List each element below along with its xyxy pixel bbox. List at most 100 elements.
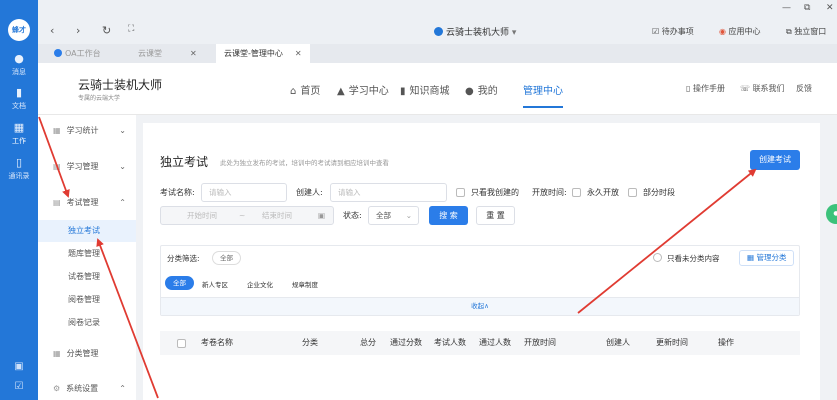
col-actions: 操作	[718, 338, 734, 347]
check-square-icon: ☑	[652, 27, 660, 36]
category-filter-box: 分类筛选: 全部 只看未分类内容 ▦ 管理分类 全部 新人专区 企业文化 规章制…	[160, 245, 800, 316]
restore-icon[interactable]: ⧉	[804, 3, 810, 13]
rail-item-docs[interactable]: ▮ 文档	[0, 86, 38, 111]
forward-icon[interactable]: ›	[76, 24, 80, 37]
submenu-grading-manage[interactable]: 阅卷管理	[38, 289, 136, 311]
oa-icon	[54, 49, 62, 57]
exam-name-label: 考试名称:	[160, 188, 195, 197]
chevron-down-icon: ⌄	[405, 211, 412, 220]
collapse-toggle[interactable]: 收起∧	[161, 297, 799, 315]
submenu-question-bank[interactable]: 题库管理	[38, 243, 136, 265]
gear-icon: ⚙	[53, 384, 61, 393]
only-uncategorized-radio[interactable]	[653, 253, 662, 262]
back-icon[interactable]: ‹	[50, 24, 54, 37]
col-total-score: 总分	[360, 338, 376, 347]
standalone-window-link[interactable]: ⧉ 独立窗口	[786, 26, 826, 37]
col-open-time: 开放时间	[524, 338, 556, 347]
side-menu: ▦ 学习统计 ⌄ ▤ 学习管理 ⌄ ▤ 考试管理 ⌃ 独立考试 题库管理 试卷管理 阅…	[38, 115, 136, 400]
partial-checkbox[interactable]	[628, 188, 637, 197]
date-range-picker[interactable]: 开始时间 ~ 结束时间 ▣	[160, 206, 334, 225]
user-icon: ●	[465, 86, 474, 97]
permanent-checkbox[interactable]	[572, 188, 581, 197]
floating-assistant-icon[interactable]: ●	[826, 204, 837, 224]
exam-icon: ▤	[53, 198, 61, 207]
current-category-pill[interactable]: 全部	[212, 251, 241, 265]
home-icon: ⌂	[290, 86, 297, 97]
category-tag-all[interactable]: 全部	[165, 276, 194, 290]
chevron-down-icon: ⌄	[119, 162, 126, 171]
permanent-label: 永久开放	[587, 188, 619, 197]
app-logo-icon	[434, 27, 443, 36]
page-description: 此处为独立发布的考试，培训中的考试请到相应培训中查看	[220, 159, 389, 167]
calendar-icon[interactable]: ▣	[10, 361, 28, 375]
rail-item-work[interactable]: ▦ 工作	[0, 121, 38, 146]
nav-management-center[interactable]: 管理中心	[523, 82, 563, 108]
rail-item-messages[interactable]: ● 消息	[0, 52, 38, 77]
nav-mine[interactable]: ● 我的	[465, 82, 498, 97]
creator-input[interactable]: 请输入	[330, 183, 447, 202]
col-exam-count: 考试人数	[434, 338, 466, 347]
tab-management-center[interactable]: 云课堂-管理中心 ✕	[216, 44, 310, 63]
category-tag-regulations[interactable]: 规章制度	[292, 279, 318, 289]
site-subtitle: 专属的云端大学	[78, 95, 121, 102]
tab-oa[interactable]: OA工作台	[46, 44, 109, 63]
col-update-time: 更新时间	[656, 338, 688, 347]
category-icon: ▦	[53, 349, 61, 358]
status-select[interactable]: 全部 ⌄	[368, 206, 419, 225]
category-filter-label: 分类筛选:	[167, 254, 200, 263]
feedback-link[interactable]: 反馈	[796, 83, 812, 94]
col-creator: 创建人	[606, 338, 630, 347]
exam-name-input[interactable]: 请输入	[201, 183, 287, 202]
window-icon: ⧉	[786, 27, 792, 36]
create-exam-button[interactable]: 创建考试	[750, 150, 800, 170]
graduation-cap-icon: ▲	[337, 86, 345, 97]
manual-link[interactable]: ▯ 操作手册	[686, 83, 725, 94]
chevron-down-icon: ⌄	[119, 126, 126, 135]
grid-icon: ▦	[13, 121, 25, 134]
menu-exam-manage[interactable]: ▤ 考试管理 ⌃	[38, 192, 136, 214]
submenu-grading-records[interactable]: 阅卷记录	[38, 312, 136, 334]
left-rail: 蜂才 ● 消息 ▮ 文档 ▦ 工作 ▯ 通讯录 ▣ ☑	[0, 0, 38, 400]
checkbox-icon[interactable]: ☑	[10, 381, 28, 395]
table-header: 考卷名称 分类 总分 通过分数 考试人数 通过人数 开放时间 创建人 更新时间 …	[160, 331, 800, 355]
col-category: 分类	[302, 338, 318, 347]
fullscreen-icon[interactable]: ⛶	[128, 24, 134, 34]
contact-link[interactable]: ☏ 联系我们	[740, 83, 785, 94]
menu-system-settings[interactable]: ⚙ 系统设置 ⌃	[38, 378, 136, 400]
chart-icon: ▦	[53, 126, 61, 135]
app-center-link[interactable]: ◉ 应用中心	[719, 26, 761, 37]
only-mine-checkbox[interactable]	[456, 188, 465, 197]
menu-category-manage[interactable]: ▦ 分类管理	[38, 343, 136, 365]
rail-item-contacts[interactable]: ▯ 通讯录	[0, 156, 38, 181]
select-all-checkbox[interactable]	[177, 339, 186, 348]
category-tag-culture[interactable]: 企业文化	[247, 279, 273, 289]
app-title[interactable]: 云骑士装机大师 ▾	[434, 25, 516, 38]
tab-cloud-class[interactable]: 云课堂 ✕	[130, 44, 205, 63]
chevron-up-icon: ⌃	[119, 198, 126, 207]
minimize-icon[interactable]: —	[782, 3, 791, 13]
close-icon[interactable]: ✕	[826, 3, 834, 13]
menu-learning-stats[interactable]: ▦ 学习统计 ⌄	[38, 120, 136, 142]
submenu-independent-exam[interactable]: 独立考试	[38, 220, 136, 242]
only-uncategorized-label: 只看未分类内容	[667, 254, 720, 263]
nav-learning-center[interactable]: ▲ 学习中心	[337, 82, 389, 97]
chevron-up-icon: ⌃	[119, 384, 126, 393]
main-panel: 独立考试 此处为独立发布的考试，培训中的考试请到相应培训中查看 创建考试 考试名…	[143, 123, 820, 400]
nav-home[interactable]: ⌂ 首页	[290, 82, 320, 97]
close-tab-icon[interactable]: ✕	[295, 49, 302, 58]
refresh-icon[interactable]: ↻	[102, 24, 111, 37]
todo-link[interactable]: ☑ 待办事项	[652, 26, 694, 37]
submenu-paper-manage[interactable]: 试卷管理	[38, 266, 136, 288]
nav-knowledge-mall[interactable]: ▮ 知识商城	[400, 82, 450, 97]
category-tag-newcomer[interactable]: 新人专区	[202, 279, 228, 289]
headset-icon: ☏	[740, 84, 751, 93]
title-bar: ‹ › ↻ ⛶ 云骑士装机大师 ▾ ☑ 待办事项 ◉ 应用中心 ⧉ 独立窗口 —…	[38, 0, 837, 44]
menu-learning-manage[interactable]: ▤ 学习管理 ⌄	[38, 156, 136, 178]
chat-icon: ●	[14, 52, 24, 65]
status-label: 状态:	[343, 211, 362, 220]
reset-button[interactable]: 重 置	[476, 206, 515, 225]
close-tab-icon[interactable]: ✕	[190, 49, 197, 58]
search-button[interactable]: 搜 索	[429, 206, 468, 225]
avatar[interactable]: 蜂才	[8, 19, 30, 41]
manage-category-button[interactable]: ▦ 管理分类	[739, 250, 795, 266]
